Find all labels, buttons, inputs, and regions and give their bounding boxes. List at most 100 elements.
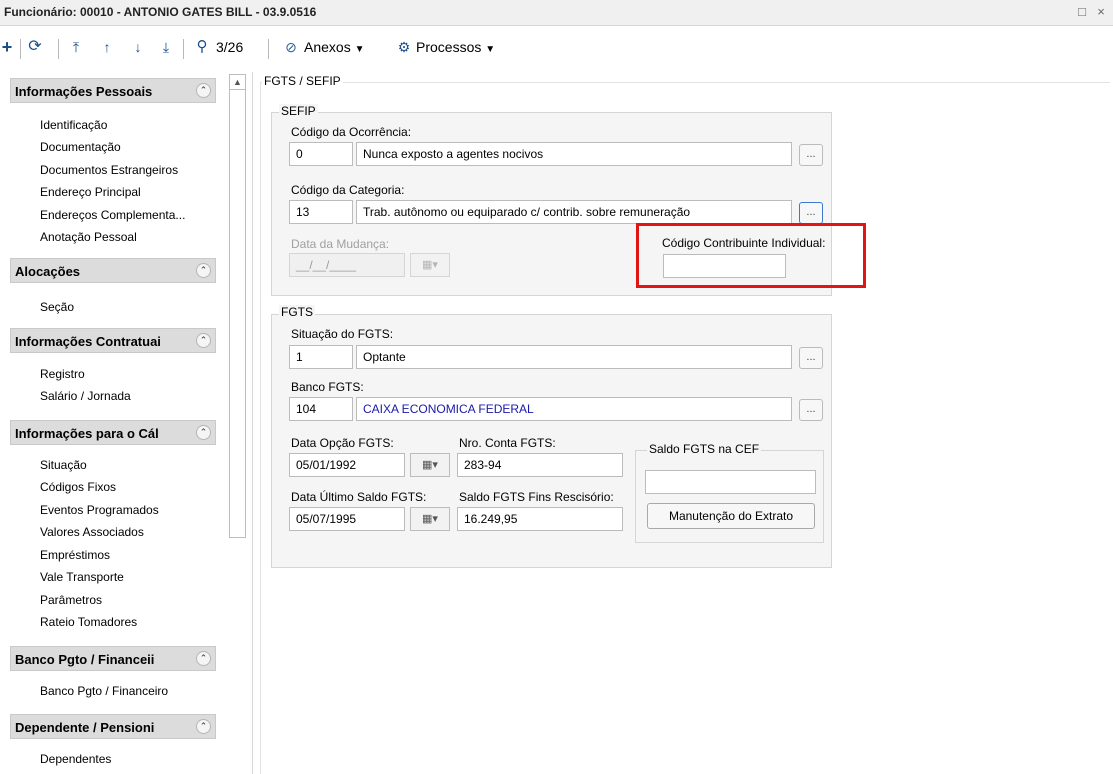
data-opcao-input[interactable]: 05/01/1992 xyxy=(289,453,405,477)
saldo-rescisorio-label: Saldo FGTS Fins Rescisório: xyxy=(459,490,614,504)
scroll-up-icon[interactable]: ▲ xyxy=(230,75,245,90)
sidebar-item-rateio-tomadores[interactable]: Rateio Tomadores xyxy=(40,615,137,629)
sidebar-section-informacoes-calculo[interactable]: Informações para o Cál ⌃ xyxy=(10,420,216,445)
toolbar-separator xyxy=(183,39,184,59)
sidebar-section-banco-pgto[interactable]: Banco Pgto / Financeii ⌃ xyxy=(10,646,216,671)
sidebar-item-endereco-principal[interactable]: Endereço Principal xyxy=(40,185,141,199)
toolbar-separator xyxy=(58,39,59,59)
saldo-cef-input[interactable] xyxy=(645,470,816,494)
situacao-lookup-button[interactable]: ... xyxy=(799,347,823,369)
chevron-down-icon: ▼ xyxy=(354,44,365,55)
data-ultimo-saldo-label: Data Último Saldo FGTS: xyxy=(291,490,427,504)
ocorrencia-lookup-button[interactable]: ... xyxy=(799,144,823,166)
ocorrencia-label: Código da Ocorrência: xyxy=(291,125,412,139)
sidebar-item-emprestimos[interactable]: Empréstimos xyxy=(40,548,110,562)
data-ultimo-saldo-input[interactable]: 05/07/1995 xyxy=(289,507,405,531)
window-title: Funcionário: 00010 - ANTONIO GATES BILL … xyxy=(4,5,317,19)
collapse-icon[interactable]: ⌃ xyxy=(196,83,211,98)
ocorrencia-desc-input[interactable]: Nunca exposto a agentes nocivos xyxy=(356,142,792,166)
maximize-button[interactable]: □ xyxy=(1075,4,1089,19)
next-record-icon[interactable]: ↓ xyxy=(129,36,147,58)
refresh-icon[interactable]: ⟳ xyxy=(26,36,44,58)
chevron-down-icon: ▼ xyxy=(485,44,496,55)
data-mudanca-input[interactable]: __/__/____ xyxy=(289,253,405,277)
sidebar-item-valores-associados[interactable]: Valores Associados xyxy=(40,525,144,539)
sidebar-section-informacoes-pessoais[interactable]: Informações Pessoais ⌃ xyxy=(10,78,216,103)
sidebar-item-identificacao[interactable]: Identificação xyxy=(40,118,107,132)
processos-label: Processos xyxy=(416,39,482,55)
sidebar-item-registro[interactable]: Registro xyxy=(40,367,85,381)
sidebar-item-eventos-programados[interactable]: Eventos Programados xyxy=(40,503,159,517)
categoria-lookup-button[interactable]: ... xyxy=(799,202,823,224)
sidebar-section-alocacoes[interactable]: Alocações ⌃ xyxy=(10,258,216,283)
sidebar-item-documentacao[interactable]: Documentação xyxy=(40,140,121,154)
saldo-cef-group xyxy=(635,450,824,543)
anexos-menu[interactable]: Anexos ▼ xyxy=(304,37,365,60)
data-mudanca-label: Data da Mudança: xyxy=(291,237,390,251)
toolbar-separator xyxy=(268,39,269,59)
processos-menu[interactable]: Processos ▼ xyxy=(416,37,495,60)
sidebar-item-anotacao-pessoal[interactable]: Anotação Pessoal xyxy=(40,230,137,244)
sefip-legend: SEFIP xyxy=(279,104,318,118)
window-titlebar: Funcionário: 00010 - ANTONIO GATES BILL … xyxy=(0,0,1113,26)
categoria-code-input[interactable]: 13 xyxy=(289,200,353,224)
sidebar-item-dependentes[interactable]: Dependentes xyxy=(40,752,111,766)
collapse-icon[interactable]: ⌃ xyxy=(196,651,211,666)
close-button[interactable]: × xyxy=(1094,4,1108,19)
search-icon[interactable]: ⚲ xyxy=(192,36,212,58)
saldo-rescisorio-input[interactable]: 16.249,95 xyxy=(457,507,623,531)
sidebar-item-enderecos-complementares[interactable]: Endereços Complementa... xyxy=(40,208,185,222)
collapse-icon[interactable]: ⌃ xyxy=(196,425,211,440)
saldo-cef-legend: Saldo FGTS na CEF xyxy=(647,442,762,456)
sidebar-item-situacao[interactable]: Situação xyxy=(40,458,87,472)
collapse-icon[interactable]: ⌃ xyxy=(196,263,211,278)
plus-icon[interactable]: + xyxy=(0,36,14,58)
last-record-icon[interactable]: ⤓ xyxy=(157,36,175,58)
banco-lookup-button[interactable]: ... xyxy=(799,399,823,421)
anexos-label: Anexos xyxy=(304,39,351,55)
sidebar-section-informacoes-contratuais[interactable]: Informações Contratuai ⌃ xyxy=(10,328,216,353)
collapse-icon[interactable]: ⌃ xyxy=(196,333,211,348)
situacao-desc-input[interactable]: Optante xyxy=(356,345,792,369)
sidebar-item-codigos-fixos[interactable]: Códigos Fixos xyxy=(40,480,116,494)
sidebar-section-title: Informações para o Cál xyxy=(15,426,159,441)
previous-record-icon[interactable]: ↑ xyxy=(98,36,116,58)
paperclip-icon[interactable]: ⊘ xyxy=(284,36,298,58)
calendar-icon[interactable]: ▦▾ xyxy=(410,507,450,531)
first-record-icon[interactable]: ⤒ xyxy=(67,36,85,58)
situacao-code-input[interactable]: 1 xyxy=(289,345,353,369)
sidebar-section-title: Alocações xyxy=(15,264,81,279)
sidebar-item-secao[interactable]: Seção xyxy=(40,300,74,314)
sidebar-scrollbar[interactable]: ▲ xyxy=(229,74,246,538)
categoria-desc-input[interactable]: Trab. autônomo ou equiparado c/ contrib.… xyxy=(356,200,792,224)
sidebar-section-dependente-pensionista[interactable]: Dependente / Pensioni ⌃ xyxy=(10,714,216,739)
gear-icon[interactable]: ⚙ xyxy=(396,36,412,58)
manutencao-extrato-button[interactable]: Manutenção do Extrato xyxy=(647,503,815,529)
calendar-icon[interactable]: ▦▾ xyxy=(410,253,450,277)
banco-code-input[interactable]: 104 xyxy=(289,397,353,421)
highlight-box xyxy=(636,223,866,288)
calendar-icon[interactable]: ▦▾ xyxy=(410,453,450,477)
sidebar-item-parametros[interactable]: Parâmetros xyxy=(40,593,102,607)
collapse-icon[interactable]: ⌃ xyxy=(196,719,211,734)
toolbar-separator xyxy=(20,39,21,59)
sidebar-item-vale-transporte[interactable]: Vale Transporte xyxy=(40,570,124,584)
sidebar-item-salario-jornada[interactable]: Salário / Jornada xyxy=(40,389,131,403)
sidebar: Informações Pessoais ⌃ Identificação Doc… xyxy=(0,72,253,774)
sidebar-section-title: Banco Pgto / Financeii xyxy=(15,652,155,667)
sidebar-section-title: Informações Pessoais xyxy=(15,84,153,99)
nro-conta-input[interactable]: 283-94 xyxy=(457,453,623,477)
nro-conta-label: Nro. Conta FGTS: xyxy=(459,436,556,450)
banco-desc-input[interactable]: CAIXA ECONOMICA FEDERAL xyxy=(356,397,792,421)
data-opcao-label: Data Opção FGTS: xyxy=(291,436,394,450)
sidebar-item-documentos-estrangeiros[interactable]: Documentos Estrangeiros xyxy=(40,163,178,177)
banco-label: Banco FGTS: xyxy=(291,380,364,394)
record-counter: 3/26 xyxy=(216,39,244,55)
sidebar-section-title: Informações Contratuai xyxy=(15,334,161,349)
fgts-legend: FGTS xyxy=(279,305,315,319)
ocorrencia-code-input[interactable]: 0 xyxy=(289,142,353,166)
situacao-label: Situação do FGTS: xyxy=(291,327,394,341)
toolbar: + ⟳ ⤒ ↑ ↓ ⤓ ⚲ 3/26 ⊘ Anexos ▼ ⚙ Processo… xyxy=(0,26,1113,72)
panel-title: FGTS / SEFIP xyxy=(262,74,343,88)
sidebar-item-banco-pgto-financeiro[interactable]: Banco Pgto / Financeiro xyxy=(40,684,168,698)
